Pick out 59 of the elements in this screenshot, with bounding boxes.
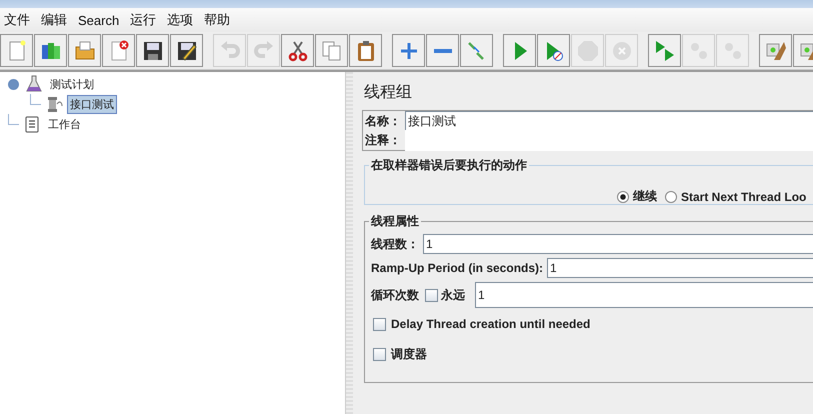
clear-button[interactable] <box>759 34 792 67</box>
copy-icon <box>320 38 344 62</box>
open-button[interactable] <box>68 34 101 67</box>
clipboard-icon <box>23 115 41 133</box>
menu-item[interactable]: 运行 <box>130 11 164 29</box>
radio-icon[interactable] <box>617 190 629 202</box>
tree-line <box>30 94 41 104</box>
close-button[interactable] <box>102 34 135 67</box>
folder-icon <box>72 38 96 62</box>
checkbox[interactable] <box>373 348 386 360</box>
copy-button[interactable] <box>315 34 348 67</box>
field-label: 名称： <box>364 112 402 130</box>
group-title: 在取样器错误后要执行的动作 <box>370 157 528 174</box>
save-button[interactable] <box>136 34 169 67</box>
radio-option[interactable]: Start Next Thread Loo <box>665 188 806 205</box>
templates-button[interactable] <box>34 34 67 67</box>
field-label: 循环次数 <box>370 286 420 304</box>
checkbox[interactable] <box>373 318 386 330</box>
paste-button[interactable] <box>349 34 382 67</box>
tree-item[interactable]: 工作台 <box>45 114 84 134</box>
remote-start-button[interactable] <box>648 34 681 67</box>
checkbox[interactable] <box>425 288 438 302</box>
checkbox-label: 调度器 <box>390 346 428 362</box>
expand-handle-icon[interactable] <box>8 78 19 90</box>
checkbox-label: Delay Thread creation until needed <box>390 317 592 331</box>
radio-icon[interactable] <box>665 190 677 202</box>
start-button[interactable] <box>503 34 536 67</box>
comments-field[interactable] <box>405 130 813 150</box>
minus-icon <box>434 48 452 54</box>
collapse-button[interactable] <box>426 34 459 67</box>
menu-item[interactable]: 帮助 <box>204 11 238 29</box>
flask-icon <box>25 75 43 93</box>
new-button[interactable] <box>0 34 33 67</box>
panel-title: 线程组 <box>364 82 413 103</box>
spool-icon <box>45 95 63 113</box>
cut-button[interactable] <box>281 34 314 67</box>
expand-button[interactable] <box>392 34 425 67</box>
menu-item[interactable]: 文件 <box>4 11 37 29</box>
tree-item[interactable]: 接口测试 <box>67 94 117 114</box>
menu-item[interactable]: 编辑 <box>41 11 74 29</box>
toggle-button[interactable] <box>460 34 493 67</box>
loop-count-field[interactable]: 1 <box>475 282 813 308</box>
start-no-timers-button[interactable] <box>537 34 570 67</box>
option-label: Start Next Thread Loo <box>681 190 806 204</box>
field-label: 线程数： <box>370 236 420 252</box>
checkbox-label: 永远 <box>440 286 466 304</box>
menu-item[interactable]: Search <box>78 12 126 28</box>
menu-item[interactable]: 选项 <box>167 11 200 29</box>
tree-item[interactable]: 测试计划 <box>47 74 97 94</box>
field-label: 注释： <box>364 132 402 148</box>
threads-field[interactable]: 1 <box>423 234 813 254</box>
group-title: 线程属性 <box>370 213 420 230</box>
save-as-button[interactable] <box>170 34 203 67</box>
option-label: 继续 <box>633 188 657 205</box>
tree-line <box>8 114 19 124</box>
name-field[interactable]: 接口测试 <box>405 110 813 132</box>
field-label: Ramp-Up Period (in seconds): <box>370 261 544 275</box>
ramp-up-field[interactable]: 1 <box>547 258 813 278</box>
radio-option[interactable]: 继续 <box>617 188 657 205</box>
